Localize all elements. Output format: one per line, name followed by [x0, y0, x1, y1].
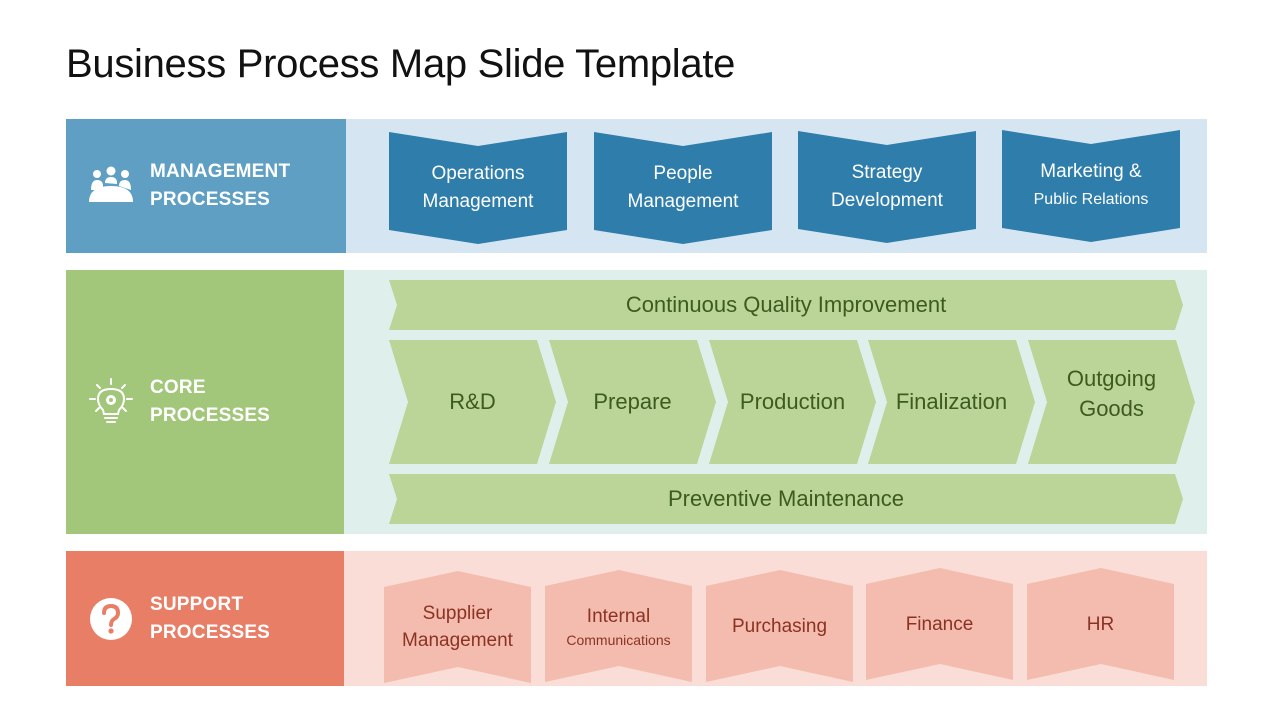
item-label-line2: Development: [831, 190, 943, 211]
item-label-line1: Supplier: [422, 603, 493, 624]
core-content-panel: Continuous Quality Improvement R&D Prepa…: [344, 270, 1207, 534]
support-item-purchasing[interactable]: Purchasing: [706, 570, 853, 682]
core-step-production[interactable]: Production: [709, 340, 876, 464]
item-label-line1: Strategy: [851, 162, 923, 183]
support-content-panel: Supplier Management Internal Communication…: [344, 551, 1207, 686]
support-label-line1: SUPPORT: [150, 593, 244, 615]
management-content-panel: Operations Management People Management St…: [346, 119, 1207, 253]
step-label: Prepare: [593, 389, 672, 414]
item-label-line2: Communications: [566, 631, 671, 648]
support-processes-band: SUPPORT PROCESSES Supplier Management Int…: [66, 551, 1207, 686]
support-item-supplier-management[interactable]: Supplier Management: [384, 571, 531, 683]
item-label-line1: Operations: [431, 163, 525, 184]
meeting-people-icon: [86, 161, 136, 211]
core-label-line1: CORE: [150, 377, 206, 398]
item-label: HR: [1086, 613, 1115, 635]
support-label-line2: PROCESSES: [150, 621, 271, 643]
core-step-prepare[interactable]: Prepare: [549, 340, 716, 464]
item-label-line1: People: [653, 163, 713, 184]
management-label-line2: PROCESSES: [150, 189, 271, 210]
continuous-quality-improvement-banner[interactable]: Continuous Quality Improvement: [389, 280, 1183, 330]
core-label-line2: PROCESSES: [150, 405, 271, 426]
lightbulb-gear-icon: [86, 377, 136, 427]
item-label-line2: Management: [422, 191, 534, 212]
core-step-finalization[interactable]: Finalization: [868, 340, 1035, 464]
step-label: R&D: [449, 389, 496, 414]
support-label-panel: SUPPORT PROCESSES: [66, 551, 344, 686]
core-step-rnd[interactable]: R&D: [389, 340, 556, 464]
step-label: Production: [739, 389, 846, 414]
step-label-line1: Outgoing: [1066, 366, 1157, 391]
item-label: Finance: [905, 613, 974, 635]
banner-label: Continuous Quality Improvement: [625, 292, 947, 317]
step-label-line2: Goods: [1079, 396, 1144, 421]
item-label-line2: Public Relations: [1033, 191, 1149, 208]
support-item-internal-communications[interactable]: Internal Communications: [545, 570, 692, 682]
preventive-maintenance-banner[interactable]: Preventive Maintenance: [389, 474, 1183, 524]
management-item-people[interactable]: People Management: [594, 132, 772, 244]
management-item-operations[interactable]: Operations Management: [389, 132, 567, 244]
support-item-finance[interactable]: Finance: [866, 568, 1013, 680]
management-processes-band: MANAGEMENT PROCESSES Operations Managemen…: [66, 119, 1207, 253]
question-circle-icon: [86, 594, 136, 644]
core-label-panel: CORE PROCESSES: [66, 270, 344, 534]
item-label-line1: Marketing &: [1040, 161, 1142, 182]
step-label: Finalization: [895, 389, 1008, 414]
banner-label: Preventive Maintenance: [667, 486, 905, 511]
item-label-line1: Internal: [586, 605, 651, 627]
management-item-marketing[interactable]: Marketing & Public Relations: [1002, 130, 1180, 242]
management-item-strategy[interactable]: Strategy Development: [798, 131, 976, 243]
core-processes-band: CORE PROCESSES Continuous Quality Improv…: [66, 270, 1207, 534]
item-label-line2: Management: [627, 191, 739, 212]
core-step-outgoing-goods[interactable]: Outgoing Goods: [1028, 340, 1195, 464]
item-label: Purchasing: [731, 615, 828, 637]
slide-title: Business Process Map Slide Template: [66, 42, 736, 86]
item-label-line2: Management: [402, 630, 513, 651]
management-label-panel: MANAGEMENT PROCESSES: [66, 119, 346, 253]
management-label-line1: MANAGEMENT: [150, 161, 291, 182]
support-item-hr[interactable]: HR: [1027, 568, 1174, 680]
